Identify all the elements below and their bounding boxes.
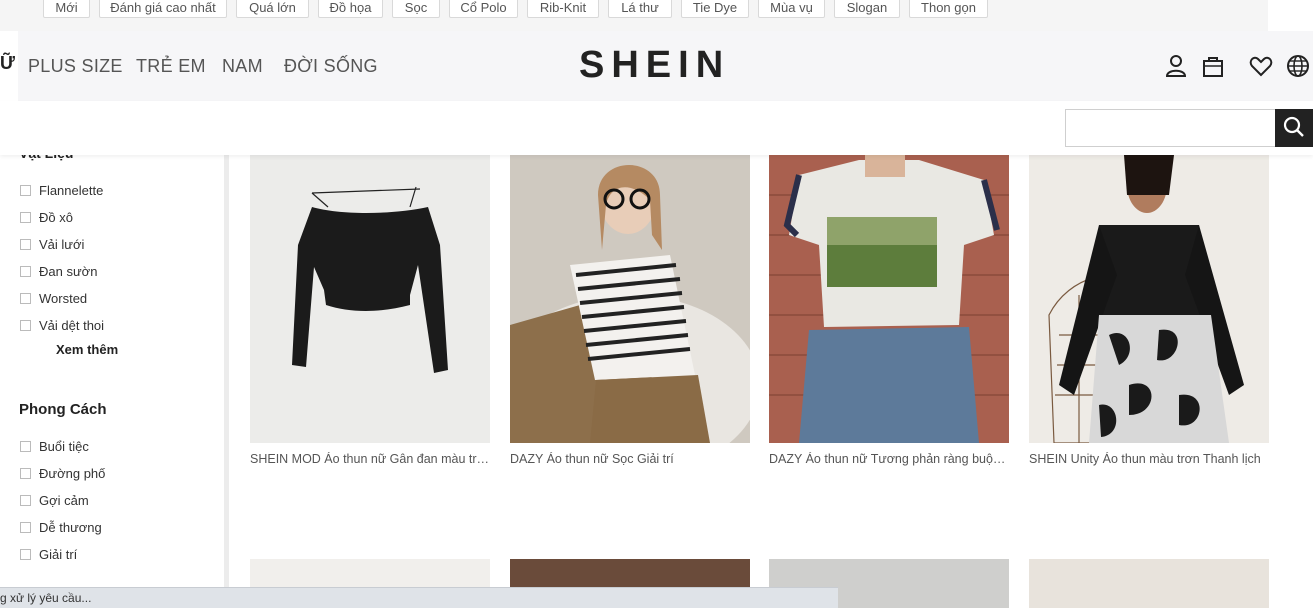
checkbox[interactable] (20, 522, 31, 533)
nav-item-plus-size[interactable]: PLUS SIZE (28, 56, 123, 77)
filter-option-label: Vải dệt thoi (39, 318, 105, 333)
search-bar (0, 101, 1313, 155)
checkbox[interactable] (20, 185, 31, 196)
nav-item-kids[interactable]: TRẺ EM (136, 56, 206, 77)
sidebar-scrollbar[interactable] (224, 155, 229, 608)
nav-item-men[interactable]: NAM (222, 56, 263, 77)
product-image[interactable] (1029, 559, 1269, 608)
nav-item-lifestyle[interactable]: ĐỜI SỐNG (284, 56, 378, 77)
filter-option-label: Flannelette (39, 183, 104, 198)
tag-chip[interactable]: Quá lớn (236, 0, 309, 18)
checkbox[interactable] (20, 468, 31, 479)
heart-icon[interactable] (1248, 53, 1274, 79)
search-button[interactable] (1275, 109, 1313, 147)
product-name[interactable]: SHEIN Unity Áo thun màu trơn Thanh lịch (1029, 452, 1269, 466)
filter-option-label: Đường phố (39, 466, 106, 481)
checkbox[interactable] (20, 495, 31, 506)
tag-chip[interactable]: Đánh giá cao nhất (99, 0, 227, 18)
filter-section-title-style[interactable]: Phong Cách (19, 401, 107, 418)
tag-chip[interactable]: Mùa vụ (758, 0, 825, 18)
nav-item-cut[interactable]: Ữ (0, 53, 15, 74)
product-name[interactable]: DAZY Áo thun nữ Sọc Giải trí (510, 452, 750, 466)
tag-chip[interactable]: Lá thư (608, 0, 672, 18)
checkbox[interactable] (20, 293, 31, 304)
checkbox[interactable] (20, 549, 31, 560)
filter-option-label: Đan sườn (39, 264, 98, 279)
filter-option-label: Vải lưới (39, 237, 85, 252)
product-image[interactable] (769, 155, 1009, 443)
checkbox[interactable] (20, 266, 31, 277)
globe-icon[interactable] (1285, 53, 1311, 79)
filter-option-label: Buổi tiệc (39, 439, 89, 454)
tag-chip[interactable]: Rib-Knit (527, 0, 599, 18)
tag-filter-bar: Mới Đánh giá cao nhất Quá lớn Đồ họa Sọc… (0, 0, 1268, 31)
bag-icon[interactable] (1200, 53, 1226, 79)
checkbox[interactable] (20, 441, 31, 452)
tag-chip[interactable]: Tie Dye (681, 0, 749, 18)
filter-option-label: Gợi cảm (39, 493, 89, 508)
search-input[interactable] (1065, 109, 1275, 147)
filter-option-label: Worsted (39, 291, 88, 306)
product-image[interactable] (250, 155, 490, 443)
checkbox[interactable] (20, 212, 31, 223)
see-more-link[interactable]: Xem thêm (56, 342, 118, 357)
tag-chip[interactable]: Mới (43, 0, 90, 18)
tag-chip[interactable]: Đồ họa (318, 0, 383, 18)
site-header: Ữ PLUS SIZE TRẺ EM NAM ĐỜI SỐNG SHEIN (0, 31, 1313, 101)
browser-status-bar: g xử lý yêu cầu... (0, 587, 838, 608)
product-image[interactable] (1029, 155, 1269, 443)
filter-option-label: Giải trí (39, 547, 78, 562)
tag-chip[interactable]: Thon gọn (909, 0, 988, 18)
filter-sidebar (0, 155, 224, 608)
product-name[interactable]: DAZY Áo thun nữ Tương phản ràng buộc Vin… (769, 452, 1009, 466)
filter-option-label: Dễ thương (39, 520, 102, 535)
product-image[interactable] (510, 155, 750, 443)
search-icon (1283, 116, 1304, 137)
tag-chip[interactable]: Cổ Polo (449, 0, 518, 18)
product-name[interactable]: SHEIN MOD Áo thun nữ Gân đan màu trơn Tr… (250, 452, 490, 466)
tag-chip[interactable]: Slogan (834, 0, 900, 18)
checkbox[interactable] (20, 320, 31, 331)
filter-option-label: Đồ xô (39, 210, 73, 225)
tag-chip[interactable]: Sọc (392, 0, 440, 18)
shein-logo[interactable]: SHEIN (579, 44, 730, 87)
checkbox[interactable] (20, 239, 31, 250)
product-card[interactable] (1029, 559, 1269, 608)
user-icon[interactable] (1163, 53, 1189, 79)
